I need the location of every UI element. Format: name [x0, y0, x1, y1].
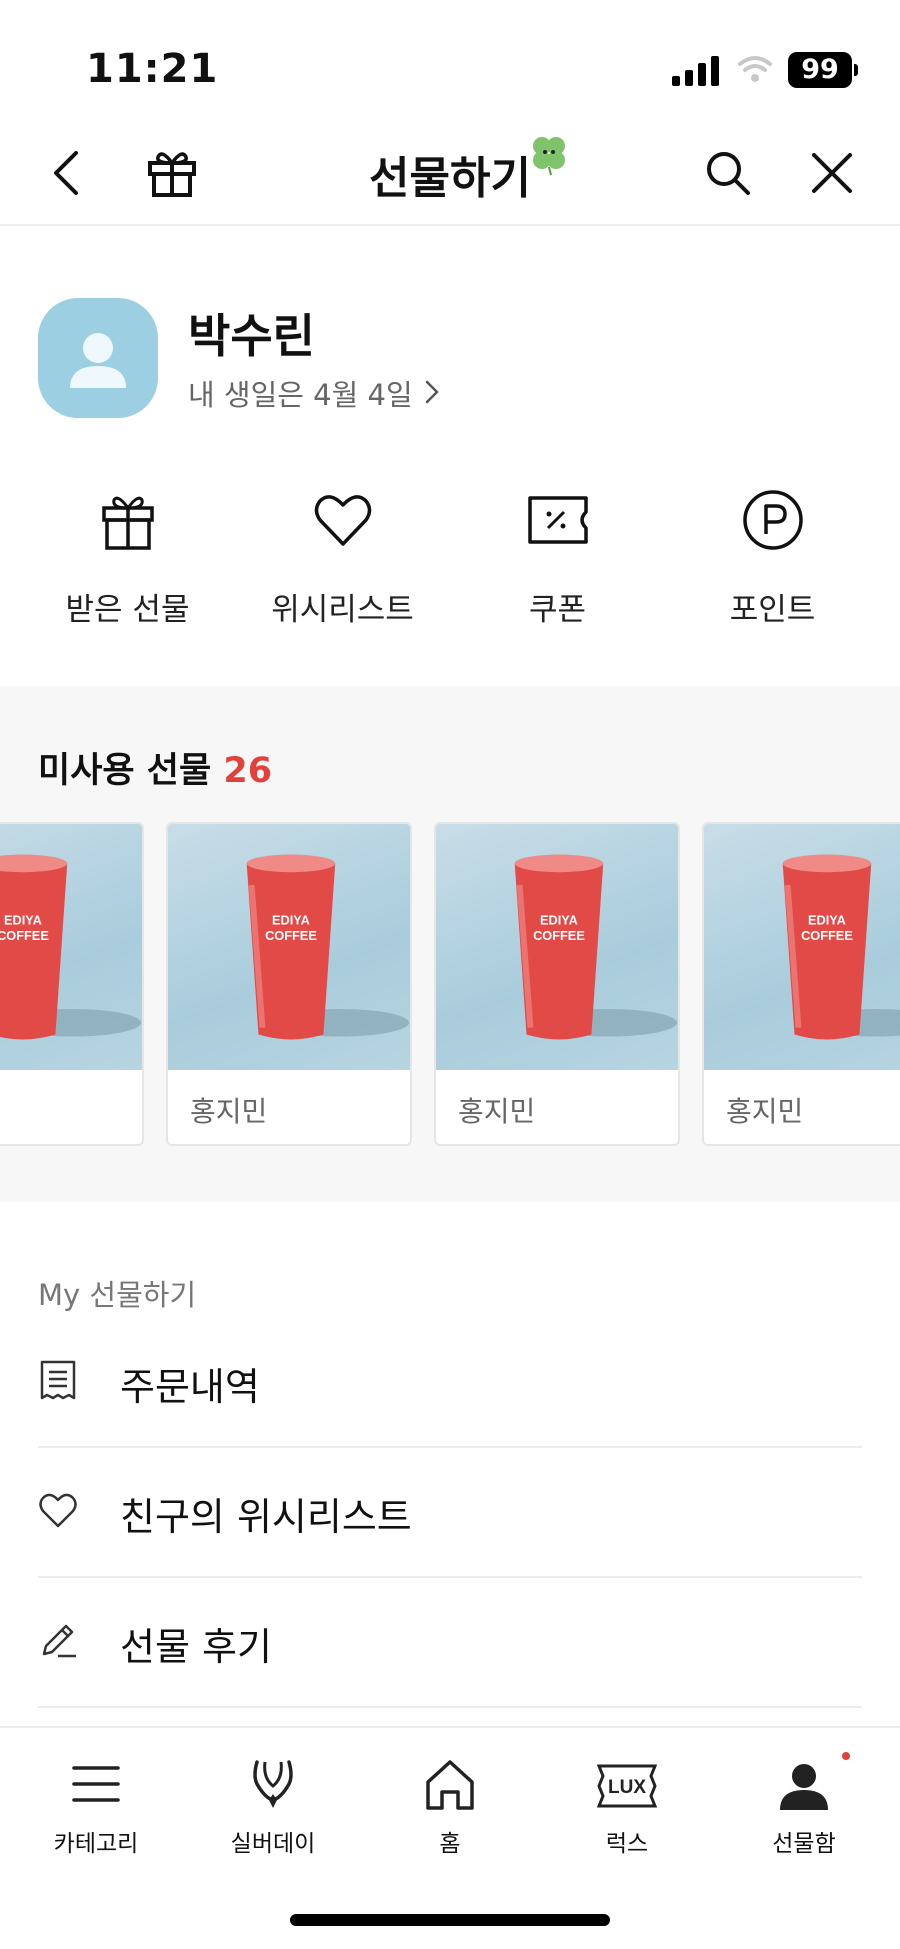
menu-label: 친구의 위시리스트	[120, 1495, 412, 1539]
tab-giftbox[interactable]: 선물함	[714, 1728, 894, 1868]
heart-icon	[314, 495, 372, 546]
gift-card[interactable]: EDIYA COFFEE 홍지민	[166, 822, 412, 1146]
cellular-signal-icon	[672, 56, 719, 86]
profile-name: 박수린	[188, 309, 315, 363]
page-title: 선물하기	[369, 153, 531, 204]
gift-product-image: EDIYA COFFEE	[704, 824, 900, 1070]
tab-category[interactable]: 카테고리	[6, 1728, 186, 1868]
cup-print-line1: EDIYA	[272, 912, 310, 927]
search-icon[interactable]	[702, 147, 754, 199]
quick-label: 쿠폰	[528, 592, 587, 628]
quick-wishlist[interactable]: 위시리스트	[235, 488, 450, 628]
drink-cup-image: EDIYA COFFEE	[782, 854, 900, 1040]
status-time: 11:21	[86, 46, 219, 92]
notification-dot	[842, 1752, 850, 1760]
tab-label: 홈	[439, 1831, 461, 1857]
coupon-icon	[528, 496, 588, 544]
lux-icon-text: LUX	[608, 1777, 646, 1798]
heart-outline-icon	[39, 1493, 77, 1528]
status-bar: 11:21 99	[0, 0, 900, 120]
unused-title-text: 미사용 선물	[38, 751, 212, 791]
tab-silverday[interactable]: 실버데이	[183, 1728, 363, 1868]
cup-print-line1: EDIYA	[540, 912, 578, 927]
gift-sender: 홍지민	[458, 1095, 536, 1128]
point-icon	[743, 490, 803, 550]
tab-label: 카테고리	[53, 1831, 139, 1857]
gift-card[interactable]: EDIYA COFFEE 홍지민	[434, 822, 680, 1146]
quick-label: 포인트	[729, 592, 816, 628]
receipt-icon	[40, 1360, 76, 1400]
drink-cup-image: EDIYA COFFEE	[246, 854, 410, 1040]
quick-coupon[interactable]: 쿠폰	[450, 488, 665, 628]
menu-label: 선물 후기	[120, 1625, 272, 1669]
gift-sender: 홍지민	[726, 1095, 804, 1128]
cup-print-line1: EDIYA	[4, 912, 42, 927]
cup-print-line2: COFFEE	[801, 928, 853, 943]
gift-carousel[interactable]: EDIYA COFFEE EDIYA COFFEE 홍지민 EDIYA COFF…	[0, 822, 900, 1148]
cup-print-line2: COFFEE	[533, 928, 585, 943]
tab-label: 선물함	[772, 1831, 836, 1857]
gift-sender: 홍지민	[190, 1095, 268, 1128]
quick-label: 받은 선물	[65, 592, 190, 628]
menu-icon	[72, 1766, 120, 1802]
my-section-title: My 선물하기	[38, 1278, 197, 1312]
clover-icon	[533, 137, 565, 176]
menu-friends-wishlist[interactable]: 친구의 위시리스트	[38, 1448, 862, 1578]
gift-product-image: EDIYA COFFEE	[0, 824, 142, 1070]
home-indicator	[290, 1914, 610, 1926]
cup-print-line2: COFFEE	[265, 928, 317, 943]
gift-product-image: EDIYA COFFEE	[168, 824, 410, 1070]
lux-icon: LUX	[597, 1764, 657, 1808]
gift-card[interactable]: EDIYA COFFEE 홍지민	[702, 822, 900, 1146]
menu-label: 주문내역	[120, 1365, 260, 1409]
gift-product-image: EDIYA COFFEE	[436, 824, 678, 1070]
person-silhouette-icon	[70, 333, 126, 388]
tab-label: 실버데이	[230, 1831, 316, 1857]
wifi-icon	[738, 56, 772, 82]
cup-print-line1: EDIYA	[808, 912, 846, 927]
cup-print-line2: COFFEE	[0, 928, 49, 943]
drink-cup-image: EDIYA COFFEE	[514, 854, 678, 1040]
quick-label: 위시리스트	[271, 592, 414, 628]
top-nav-bar: 선물하기	[0, 120, 900, 226]
avatar[interactable]	[38, 298, 158, 418]
necklace-icon	[253, 1760, 293, 1808]
unused-count: 26	[223, 751, 273, 791]
drink-cup-image: EDIYA COFFEE	[0, 854, 142, 1040]
gift-box-icon	[102, 496, 154, 550]
chevron-right-icon[interactable]	[422, 378, 442, 406]
gift-card[interactable]: EDIYA COFFEE	[0, 822, 144, 1146]
unused-gifts-section: 미사용 선물 26 EDIYA COFFEE EDIYA COFFEE 홍지민 …	[0, 686, 900, 1202]
menu-order-history[interactable]: 주문내역	[38, 1318, 862, 1448]
section-title: 미사용 선물 26	[38, 742, 272, 793]
tab-label: 럭스	[605, 1831, 649, 1857]
tab-lux[interactable]: LUX 럭스	[537, 1728, 717, 1868]
profile-icon	[780, 1764, 828, 1810]
tab-home[interactable]: 홈	[360, 1728, 540, 1868]
quick-menu: 받은 선물 위시리스트 쿠폰 포인트	[20, 488, 880, 628]
home-icon	[426, 1760, 474, 1810]
birthday-link[interactable]: 내 생일은 4월 4일	[188, 372, 413, 414]
menu-gift-review[interactable]: 선물 후기	[38, 1578, 862, 1708]
quick-point[interactable]: 포인트	[665, 488, 880, 628]
quick-received-gifts[interactable]: 받은 선물	[20, 488, 235, 628]
battery-icon: 99	[788, 52, 858, 88]
pencil-icon	[42, 1624, 76, 1658]
close-icon[interactable]	[806, 147, 858, 199]
